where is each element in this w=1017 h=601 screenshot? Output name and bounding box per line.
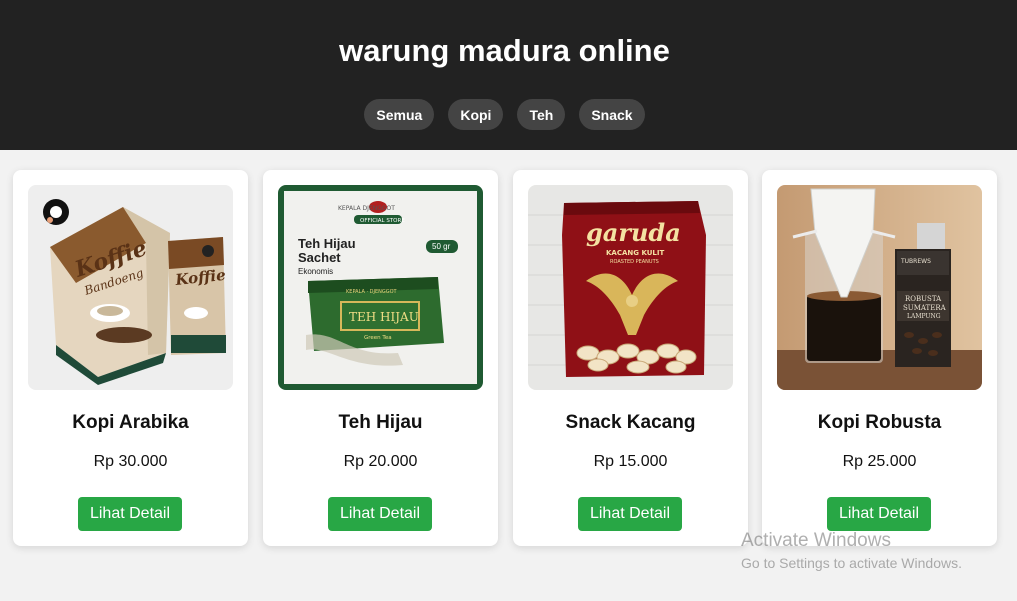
site-title: warung madura online [339, 33, 670, 68]
product-price: Rp 15.000 [593, 453, 668, 470]
nav-button-semua[interactable]: Semua [364, 99, 435, 130]
site-header: warung madura online Semua Kopi Teh Snac… [0, 0, 1017, 150]
svg-text:50 gr: 50 gr [432, 242, 451, 251]
svg-text:Sachet: Sachet [298, 250, 341, 265]
svg-text:OFFICIAL STORE: OFFICIAL STORE [360, 218, 405, 224]
activate-windows-watermark: Activate Windows Go to Settings to activ… [741, 530, 962, 573]
watermark-subtitle: Go to Settings to activate Windows. [741, 555, 962, 571]
svg-text:KEPALA DJENGGOT: KEPALA DJENGGOT [338, 205, 395, 212]
nav-button-kopi[interactable]: Kopi [448, 99, 504, 130]
product-card-snack-kacang: garuda KACANG KULIT ROASTED PEANUTS Snac… [513, 170, 748, 546]
product-card-teh-hijau: KEPALA DJENGGOT OFFICIAL STORE Teh Hijau… [263, 170, 498, 546]
product-price: Rp 25.000 [842, 453, 917, 470]
svg-text:ROBUSTA: ROBUSTA [905, 295, 942, 303]
svg-text:Green Tea: Green Tea [364, 335, 392, 341]
svg-text:LAMPUNG: LAMPUNG [907, 313, 941, 320]
detail-button[interactable]: Lihat Detail [78, 497, 182, 531]
product-name: Kopi Arabika [72, 412, 189, 433]
coffee-box-illustration: Koffie Bandoeng Koffie [28, 185, 233, 390]
product-image-teh-hijau[interactable]: KEPALA DJENGGOT OFFICIAL STORE Teh Hijau… [278, 185, 483, 390]
svg-text:KEPALA · DJENGGOT: KEPALA · DJENGGOT [346, 289, 398, 295]
drip-coffee-illustration: TUBREWS ROBUSTA SUMATERA LAMPUNG [777, 185, 982, 390]
nav-button-snack[interactable]: Snack [579, 99, 645, 130]
svg-text:TUBREWS: TUBREWS [900, 258, 931, 265]
nav-button-teh[interactable]: Teh [517, 99, 566, 130]
peanut-bag-illustration: garuda KACANG KULIT ROASTED PEANUTS [528, 185, 733, 390]
product-price: Rp 30.000 [93, 453, 168, 470]
svg-text:garuda: garuda [586, 218, 681, 247]
green-tea-illustration: KEPALA DJENGGOT OFFICIAL STORE Teh Hijau… [278, 185, 483, 390]
detail-button[interactable]: Lihat Detail [827, 497, 931, 531]
svg-text:TEH HIJAU: TEH HIJAU [349, 310, 419, 324]
detail-button[interactable]: Lihat Detail [328, 497, 432, 531]
svg-text:KACANG KULIT: KACANG KULIT [606, 249, 664, 257]
svg-text:Ekonomis: Ekonomis [298, 267, 333, 276]
product-name: Teh Hijau [338, 412, 423, 433]
product-price: Rp 20.000 [343, 453, 418, 470]
product-image-snack-kacang[interactable]: garuda KACANG KULIT ROASTED PEANUTS [528, 185, 733, 390]
product-card-kopi-arabika: Koffie Bandoeng Koffie Kopi Arabika Rp 3… [13, 170, 248, 546]
category-nav: Semua Kopi Teh Snack [0, 99, 1009, 130]
product-name: Kopi Robusta [817, 412, 942, 433]
watermark-title: Activate Windows [741, 530, 891, 551]
svg-text:ROASTED PEANUTS: ROASTED PEANUTS [610, 259, 659, 265]
detail-button[interactable]: Lihat Detail [578, 497, 682, 531]
product-card-kopi-robusta: TUBREWS ROBUSTA SUMATERA LAMPUNG Kopi Ro… [762, 170, 997, 546]
svg-text:SUMATERA: SUMATERA [903, 304, 947, 312]
product-image-kopi-robusta[interactable]: TUBREWS ROBUSTA SUMATERA LAMPUNG [777, 185, 982, 390]
product-image-kopi-arabika[interactable]: Koffie Bandoeng Koffie [28, 185, 233, 390]
svg-text:Teh Hijau: Teh Hijau [298, 236, 356, 251]
product-name: Snack Kacang [565, 412, 696, 433]
